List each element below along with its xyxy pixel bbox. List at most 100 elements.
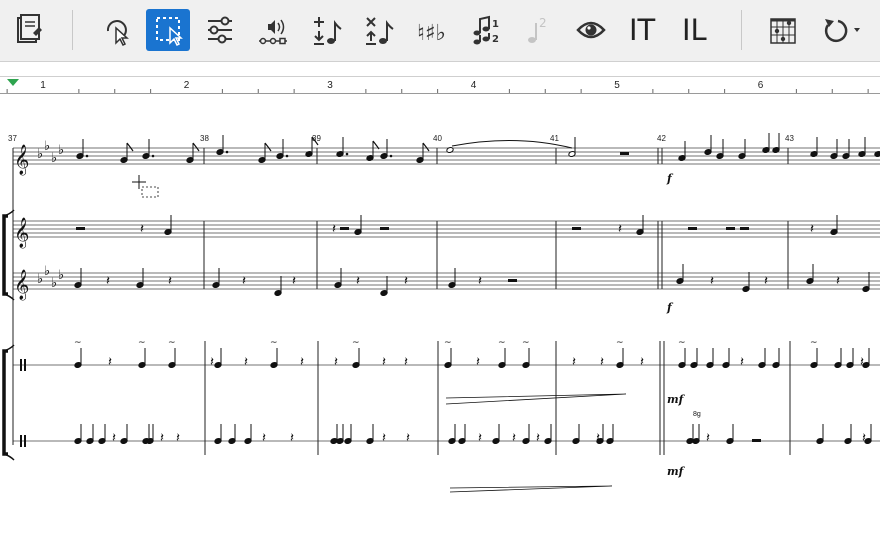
augmentation-dot	[225, 150, 229, 154]
select-tool-button[interactable]	[94, 9, 138, 51]
quarter-rest: 𝄽	[404, 355, 408, 370]
voice-2-button[interactable]: 2	[515, 9, 559, 51]
quarter-rest: 𝄽	[640, 355, 644, 370]
treble-clef: 𝄞	[14, 269, 29, 301]
half-rest	[620, 152, 629, 155]
sound-wave-icon	[259, 19, 287, 45]
piano-bracket	[2, 214, 8, 296]
half-rest	[726, 227, 735, 230]
voices-icon: 1 2	[473, 15, 499, 45]
timeline-ruler[interactable]: 1 2 3 4 5 6	[0, 76, 880, 94]
undo-icon	[824, 19, 860, 42]
score-canvas[interactable]: 37 38 39 40 41 42 43 𝄞 𝄞 𝄞 ♭ ♭ ♭ ♭ ♭ ♭ ♭ ♭ 𝄽 𝄽 𝄽 𝄽 𝄽 𝄽 𝄽 𝄽 𝄽 𝄽 𝄽 𝄽 𝄽 𝄽 ~…	[0, 95, 880, 530]
quarter-rest: 𝄽	[512, 431, 516, 446]
undo-button[interactable]	[814, 9, 864, 51]
augmentation-dot	[151, 154, 155, 158]
pointer-icon	[106, 20, 129, 47]
score-edit-button[interactable]	[6, 9, 50, 51]
quarter-rest: 𝄽	[836, 274, 840, 289]
measure-number: 42	[657, 134, 666, 143]
quarter-rest: 𝄽	[244, 355, 248, 370]
quarter-rest: 𝄽	[332, 222, 336, 237]
quarter-rest: 𝄽	[382, 355, 386, 370]
dashed-selection-icon	[156, 17, 183, 47]
half-rest	[508, 279, 517, 282]
accidentals-button[interactable]: ♮♯♭	[409, 9, 453, 51]
key-signature-flat: ♭	[37, 147, 43, 162]
half-rest	[740, 227, 749, 230]
quarter-rest: 𝄽	[106, 274, 110, 289]
key-signature-flat: ♭	[51, 151, 57, 166]
dynamic-marking: mf	[667, 465, 686, 478]
treble-clef: 𝄞	[14, 217, 29, 249]
note-flag	[264, 142, 272, 152]
chord-diagram-button[interactable]	[762, 9, 806, 51]
ornament: ~	[678, 338, 686, 348]
marquee-select-button[interactable]	[146, 9, 190, 51]
note-flag	[192, 142, 200, 152]
ruler-number: 3	[327, 80, 333, 91]
note-flag	[126, 142, 134, 152]
lyrics-tool-button[interactable]: IL	[675, 9, 719, 51]
percussion-bracket	[2, 349, 8, 456]
percussion-bracket-cap	[3, 453, 15, 461]
ornament: ~	[138, 338, 146, 348]
decrescendo-hairpin	[449, 485, 613, 493]
svg-text:1: 1	[492, 19, 499, 30]
quarter-rest: 𝄽	[300, 355, 304, 370]
sharp-flat-icon: ♮♯♭	[417, 21, 446, 46]
augmentation-dot	[389, 154, 393, 158]
voices-button[interactable]: 1 2	[462, 9, 506, 51]
properties-button[interactable]	[198, 9, 242, 51]
key-signature-flat: ♭	[44, 139, 50, 154]
svg-text:2: 2	[539, 16, 547, 30]
half-rest	[572, 227, 581, 230]
view-button[interactable]	[569, 9, 613, 51]
measure-number: 41	[550, 134, 559, 143]
grace-label: 8g	[693, 411, 701, 418]
quarter-rest: 𝄽	[764, 274, 768, 289]
quarter-rest: 𝄽	[404, 274, 408, 289]
quarter-rest: 𝄽	[596, 431, 600, 446]
add-note-button[interactable]	[304, 9, 348, 51]
percussion-clef	[24, 359, 26, 371]
delete-note-button[interactable]	[356, 9, 400, 51]
ornament: ~	[352, 338, 360, 348]
measure-number: 43	[785, 134, 794, 143]
quarter-rest: 𝄽	[168, 274, 172, 289]
half-rest	[340, 227, 349, 230]
key-signature-flat: ♭	[58, 268, 64, 283]
quarter-rest: 𝄽	[112, 431, 116, 446]
text-tool-button[interactable]: IT	[622, 9, 666, 51]
ornament: ~	[168, 338, 176, 348]
percussion-clef	[20, 435, 22, 447]
quarter-rest: 𝄽	[140, 222, 144, 237]
augmentation-dot	[345, 152, 349, 156]
key-signature-flat: ♭	[37, 272, 43, 287]
ornament: ~	[616, 338, 624, 348]
quarter-rest: 𝄽	[476, 355, 480, 370]
quarter-rest: 𝄽	[334, 355, 338, 370]
text-tool-label: IT	[629, 13, 656, 47]
measure-number: 40	[433, 134, 442, 143]
ornament: ~	[444, 338, 452, 348]
quarter-rest: 𝄽	[160, 431, 164, 446]
quarter-rest: 𝄽	[600, 355, 604, 370]
sliders-icon	[208, 16, 232, 44]
augmentation-dot	[285, 154, 289, 158]
ornament: ~	[74, 338, 82, 348]
quarter-rest: 𝄽	[478, 431, 482, 446]
svg-text:2: 2	[492, 34, 499, 45]
quarter-rest: 𝄽	[740, 355, 744, 370]
treble-clef: 𝄞	[14, 144, 29, 176]
delete-note-icon	[366, 17, 394, 45]
quarter-rest: 𝄽	[406, 431, 410, 446]
quarter-rest: 𝄽	[536, 431, 540, 446]
measure-number: 38	[200, 134, 209, 143]
playback-button[interactable]	[251, 9, 295, 51]
ruler-number: 1	[40, 80, 46, 91]
playhead-marker	[7, 79, 19, 86]
quarter-rest: 𝄽	[108, 355, 112, 370]
svg-text:♮♯♭: ♮♯♭	[417, 21, 446, 46]
quarter-rest: 𝄽	[478, 274, 482, 289]
